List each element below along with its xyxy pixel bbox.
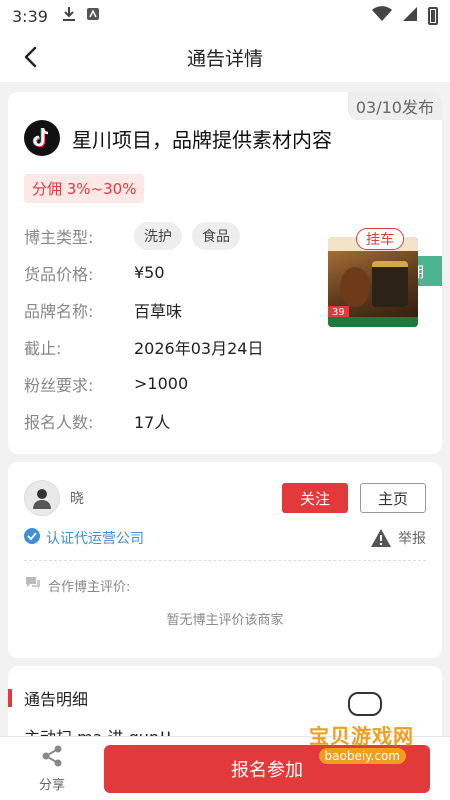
back-button[interactable] [20,45,44,69]
creator-type-chip: 洗护 [134,221,182,250]
info-value: 百草味 [134,301,183,321]
share-label: 分享 [38,778,65,793]
warning-icon [371,529,391,547]
nav-bar: 通告详情 [0,32,450,82]
info-row-deadline: 截止: 2026年03月24日 [24,328,426,365]
info-label: 货品价格: [24,264,94,284]
info-value: 17人 [134,412,171,432]
ad-info-card: 03/10发布 星川项目，品牌提供素材内容 分佣 3%~30% 分佣 博主类型:… [8,92,442,454]
status-time: 3:39 [12,6,48,26]
report-label: 举报 [398,531,426,547]
share-button[interactable]: 分享 [0,744,104,793]
info-row-fans: 粉丝要求: >1000 [24,365,426,402]
creator-type-chip: 食品 [192,221,240,250]
person-icon [33,489,51,509]
info-label: 品牌名称: [24,301,94,321]
review-title: 合作博主评价: [48,579,131,595]
commission-range-badge: 分佣 3%~30% [24,174,145,203]
comment-icon [24,575,42,595]
battery-icon [428,7,438,25]
verified-company-label: 认证代运营公司 [46,531,144,547]
section-title: 通告明细 [24,666,426,710]
cellular-icon [402,6,418,26]
merchant-name: 晓 [70,491,84,507]
product-image[interactable]: 39 [328,237,418,327]
chevron-left-icon [24,46,37,68]
info-value: 2026年03月24日 [134,338,264,358]
signup-button[interactable]: 报名参加 [104,744,430,793]
info-label: 截止: [24,338,62,358]
share-icon [42,745,62,767]
page-title: 通告详情 [186,47,263,70]
info-label: 粉丝要求: [24,375,94,395]
homepage-button[interactable]: 主页 [360,483,426,513]
info-value: ¥50 [134,263,165,282]
verified-check-icon [24,528,40,548]
avatar[interactable] [24,480,60,516]
merchant-card: 晓 关注 主页 认证代运营公司 举报 合作博主评价: 暂无博主评价该商家 [8,462,442,658]
info-label: 报名人数: [24,412,94,432]
tiktok-icon [24,120,60,156]
no-review-text: 暂无博主评价该商家 [166,613,284,628]
divider [24,560,426,561]
bottom-action-bar: 分享 报名参加 [0,736,450,800]
info-label: 博主类型: [24,227,94,247]
status-bar: 3:39 [0,0,450,32]
signal-wifi-icon [372,6,392,26]
info-value: >1000 [134,374,189,393]
follow-button[interactable]: 关注 [282,483,348,513]
info-row-signups: 报名人数: 17人 [24,402,426,439]
ad-title: 星川项目，品牌提供素材内容 [72,127,332,152]
publish-date: 03/10发布 [347,92,442,120]
app-notification-icon [86,7,100,25]
hitch-badge: 挂车 [356,228,404,250]
download-icon [62,6,76,26]
report-button[interactable]: 举报 [370,528,426,548]
